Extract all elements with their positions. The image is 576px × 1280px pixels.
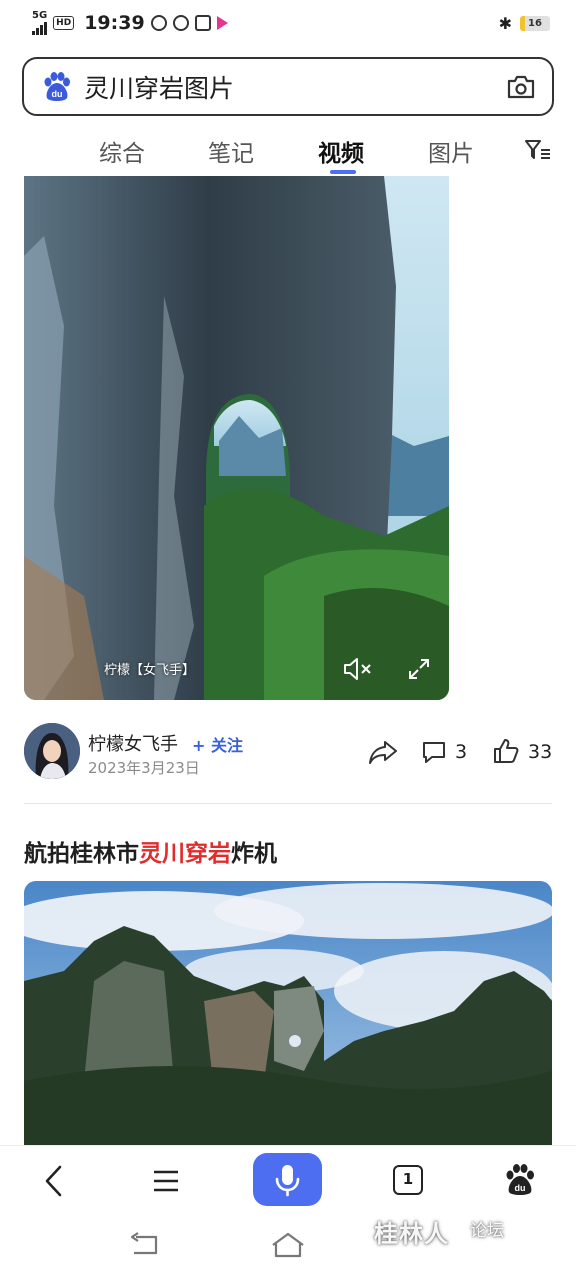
system-back-icon[interactable] — [128, 1231, 160, 1259]
result-title-suffix: 炸机 — [231, 841, 277, 867]
tab-count-button[interactable]: 1 — [393, 1165, 423, 1195]
comment-count: 3 — [455, 741, 468, 763]
voice-search-button[interactable] — [253, 1153, 322, 1206]
tab-comprehensive[interactable]: 综合 — [99, 134, 145, 168]
status-bar: 5G HD 19:39 ✱ 16 — [0, 0, 576, 46]
clock: 19:39 — [84, 12, 145, 34]
network-type: 5G — [32, 10, 48, 21]
microphone-icon — [275, 1165, 300, 1197]
battery-level: 16 — [528, 17, 542, 29]
database-icon — [194, 15, 211, 31]
bluetooth-icon: ✱ — [498, 13, 512, 33]
like-count: 33 — [528, 741, 553, 763]
forum-watermark-sub: 论坛 — [470, 1221, 504, 1241]
camera-icon[interactable] — [506, 74, 536, 100]
author-row: 柠檬女飞手 + 关注 2023年3月23日 3 33 — [24, 723, 552, 783]
search-box[interactable]: du 灵川穿岩图片 — [22, 57, 554, 116]
share-icon[interactable] — [368, 739, 398, 765]
follow-button[interactable]: + 关注 — [192, 732, 243, 756]
comment-icon[interactable] — [421, 739, 447, 765]
post-date: 2023年3月23日 — [88, 759, 200, 777]
tab-videos[interactable]: 视频 — [318, 134, 364, 168]
landscape-image — [24, 881, 552, 1145]
search-query[interactable]: 灵川穿岩图片 — [84, 69, 234, 105]
fullscreen-icon[interactable] — [407, 657, 431, 681]
divider — [24, 803, 552, 804]
mute-icon[interactable] — [342, 656, 374, 682]
avatar[interactable] — [24, 723, 80, 779]
bottom-toolbar: 1 du — [0, 1145, 576, 1215]
system-home-icon[interactable] — [270, 1231, 306, 1259]
hd-badge: HD — [53, 16, 75, 30]
result-title[interactable]: 航拍桂林市灵川穿岩炸机 — [24, 834, 277, 868]
video-thumbnail — [24, 176, 449, 700]
tab-notes[interactable]: 笔记 — [208, 134, 254, 168]
active-tab-indicator — [330, 170, 356, 174]
result-thumbnail[interactable] — [24, 881, 552, 1145]
notification-icon-2 — [172, 15, 189, 31]
forum-watermark: 桂林人 — [374, 1220, 449, 1248]
baidu-logo-icon: du — [40, 71, 72, 103]
svg-text:du: du — [52, 89, 63, 99]
filter-icon[interactable] — [524, 138, 552, 162]
tab-images[interactable]: 图片 — [428, 134, 474, 168]
video-app-icon — [216, 16, 228, 30]
signal-indicator: 5G — [32, 11, 47, 35]
search-tabs: 综合 笔记 视频 图片 — [0, 126, 576, 176]
signal-icon — [32, 21, 47, 35]
author-name[interactable]: 柠檬女飞手 — [88, 730, 178, 756]
battery-icon: 16 — [520, 15, 550, 31]
back-icon[interactable] — [40, 1164, 68, 1198]
status-right: ✱ 16 — [499, 14, 550, 33]
like-icon[interactable] — [492, 737, 520, 765]
status-left: 5G HD 19:39 — [32, 11, 228, 35]
result-title-highlight: 灵川穿岩 — [139, 841, 231, 867]
notification-icon — [150, 15, 167, 31]
menu-icon[interactable] — [151, 1167, 181, 1195]
video-player[interactable]: 柠檬【女飞手】 — [24, 176, 449, 700]
video-watermark: 柠檬【女飞手】 — [104, 663, 196, 678]
baidu-home-icon[interactable]: du — [504, 1163, 536, 1197]
svg-text:du: du — [515, 1183, 526, 1193]
result-title-prefix: 航拍桂林市 — [24, 841, 139, 867]
